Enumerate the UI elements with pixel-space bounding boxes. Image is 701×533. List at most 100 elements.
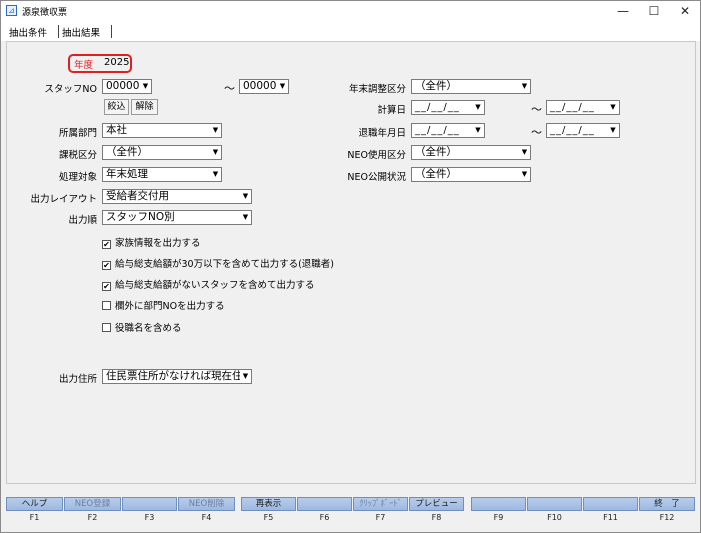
retire-date-from[interactable]: __/__/__ ▼ (411, 123, 485, 138)
chevron-down-icon[interactable]: ▼ (140, 80, 151, 93)
fkey-label: ヘルプ (6, 497, 63, 511)
chevron-down-icon[interactable]: ▼ (277, 80, 288, 93)
year-input[interactable]: 2025 (104, 57, 129, 68)
staff-no-to-select[interactable]: 000002 ▼ (239, 79, 289, 94)
calc-date-to[interactable]: __/__/__ ▼ (546, 100, 620, 115)
fkey-label (297, 497, 352, 511)
neo-use-select[interactable]: （全件） ▼ (411, 145, 531, 160)
checkbox[interactable]: ✔ (102, 240, 111, 249)
check-label: 給与総支給額が30万以下を含めて出力する(退職者) (115, 259, 335, 270)
neo-use-value: （全件） (415, 146, 457, 158)
f6-button[interactable]: F6 (297, 497, 352, 527)
checkbox[interactable]: ✔ (102, 282, 111, 291)
retire-date-from-value: __/__/__ (415, 125, 460, 136)
fkey-number: F2 (87, 513, 98, 522)
address-select[interactable]: 住民票住所がなければ現在住所 ▼ (102, 369, 252, 384)
tax-value: （全件） (106, 146, 148, 158)
order-select[interactable]: スタッフNO別 ▼ (102, 210, 252, 225)
f2-neo-register-button[interactable]: NEO登録 F2 (64, 497, 121, 527)
chevron-down-icon[interactable]: ▼ (240, 190, 251, 203)
chevron-down-icon[interactable]: ▼ (519, 168, 530, 181)
address-label: 出力住所 (58, 374, 97, 385)
f11-button[interactable]: F11 (583, 497, 638, 527)
fkey-number: F1 (29, 513, 40, 522)
f9-button[interactable]: F9 (471, 497, 526, 527)
checkbox[interactable] (102, 323, 111, 332)
check-dept-no-margin[interactable]: 欄外に部門NOを出力する (102, 298, 225, 312)
tab-extract-conditions[interactable]: 抽出条件 (9, 25, 47, 39)
tab-extract-results[interactable]: 抽出結果 (62, 25, 100, 39)
check-label: 給与総支給額がないスタッフを含めて出力する (115, 280, 315, 291)
dept-label: 所属部門 (58, 128, 97, 139)
calc-date-from[interactable]: __/__/__ ▼ (411, 100, 485, 115)
maximize-icon[interactable]: ☐ (639, 3, 669, 19)
adjust-select[interactable]: （全件） ▼ (411, 79, 531, 94)
fkey-number: F10 (547, 513, 562, 522)
fkey-label (583, 497, 638, 511)
f12-exit-button[interactable]: 終 了 F12 (639, 497, 695, 527)
address-value: 住民票住所がなければ現在住所 (106, 370, 252, 382)
check-label: 役職名を含める (115, 323, 182, 334)
filter-button[interactable]: 絞込 (104, 99, 129, 115)
range-tilde: ～ (224, 82, 235, 95)
chevron-down-icon[interactable]: ▼ (210, 168, 221, 181)
fkey-number: F5 (263, 513, 274, 522)
dept-value: 本社 (106, 124, 127, 136)
process-value: 年末処理 (106, 168, 148, 180)
tab-bar: 抽出条件 抽出結果 (1, 21, 700, 41)
chevron-down-icon[interactable]: ▼ (473, 124, 484, 137)
layout-label: 出力レイアウト (30, 194, 97, 205)
fkey-number: F11 (603, 513, 618, 522)
close-icon[interactable]: ✕ (670, 3, 700, 19)
adjust-label: 年末調整区分 (348, 84, 406, 95)
neo-pub-select[interactable]: （全件） ▼ (411, 167, 531, 182)
calc-date-from-value: __/__/__ (415, 102, 460, 113)
f8-preview-button[interactable]: プレビュー F8 (409, 497, 464, 527)
layout-select[interactable]: 受給者交付用 ▼ (102, 189, 252, 204)
checkbox[interactable]: ✔ (102, 261, 111, 270)
chevron-down-icon[interactable]: ▼ (210, 146, 221, 159)
chevron-down-icon[interactable]: ▼ (473, 101, 484, 114)
f3-button[interactable]: F3 (122, 497, 177, 527)
f7-clipboard-button[interactable]: ｸﾘｯﾌﾟﾎﾞｰﾄﾞ F7 (353, 497, 408, 527)
chevron-down-icon[interactable]: ▼ (210, 124, 221, 137)
fkey-number: F7 (375, 513, 386, 522)
fkey-label: NEO登録 (64, 497, 121, 511)
retire-date-to-value: __/__/__ (550, 125, 595, 136)
fkey-label: プレビュー (409, 497, 464, 511)
chevron-down-icon[interactable]: ▼ (519, 80, 530, 93)
title-bar: ⊿ 源泉徴収票 — ☐ ✕ (1, 1, 700, 21)
order-label: 出力順 (68, 215, 97, 226)
check-include-under-300k[interactable]: ✔ 給与総支給額が30万以下を含めて出力する(退職者) (102, 256, 334, 270)
chevron-down-icon[interactable]: ▼ (608, 101, 619, 114)
range-tilde: ～ (531, 126, 542, 139)
check-family-info[interactable]: ✔ 家族情報を出力する (102, 235, 201, 249)
chevron-down-icon[interactable]: ▼ (240, 370, 251, 383)
check-include-title[interactable]: 役職名を含める (102, 320, 182, 334)
staff-no-from-select[interactable]: 000002 ▼ (102, 79, 152, 94)
neo-pub-value: （全件） (415, 168, 457, 180)
order-value: スタッフNO別 (106, 211, 175, 223)
f1-help-button[interactable]: ヘルプ F1 (6, 497, 63, 527)
f10-button[interactable]: F10 (527, 497, 582, 527)
staff-no-label: スタッフNO (44, 84, 97, 95)
chevron-down-icon[interactable]: ▼ (519, 146, 530, 159)
check-include-no-salary[interactable]: ✔ 給与総支給額がないスタッフを含めて出力する (102, 277, 315, 291)
chevron-down-icon[interactable]: ▼ (240, 211, 251, 224)
checkbox[interactable] (102, 301, 111, 310)
f5-refresh-button[interactable]: 再表示 F5 (241, 497, 296, 527)
layout-value: 受給者交付用 (106, 190, 169, 202)
fkey-number: F12 (659, 513, 675, 522)
calc-date-label: 計算日 (377, 105, 406, 116)
process-select[interactable]: 年末処理 ▼ (102, 167, 222, 182)
f4-neo-delete-button[interactable]: NEO削除 F4 (178, 497, 235, 527)
retire-date-to[interactable]: __/__/__ ▼ (546, 123, 620, 138)
clear-button[interactable]: 解除 (131, 99, 158, 115)
minimize-icon[interactable]: — (608, 3, 638, 19)
chevron-down-icon[interactable]: ▼ (608, 124, 619, 137)
app-icon: ⊿ (6, 5, 17, 16)
fkey-label (122, 497, 177, 511)
dept-select[interactable]: 本社 ▼ (102, 123, 222, 138)
tax-select[interactable]: （全件） ▼ (102, 145, 222, 160)
check-label: 家族情報を出力する (115, 238, 201, 249)
